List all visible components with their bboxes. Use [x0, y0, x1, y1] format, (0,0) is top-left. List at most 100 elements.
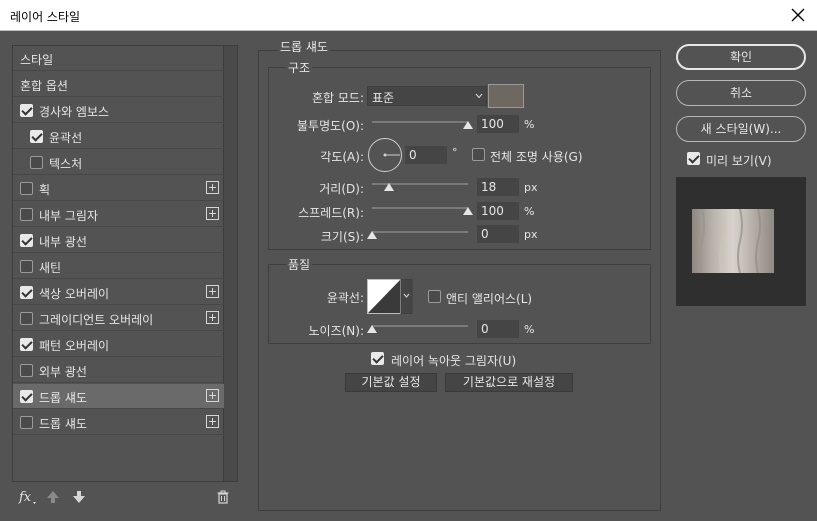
contour-label: 윤곽선: [326, 291, 364, 305]
style-item-checkbox[interactable] [20, 182, 33, 195]
style-preview [676, 177, 806, 306]
distance-label: 거리(D): [319, 182, 364, 196]
cancel-button[interactable]: 취소 [676, 80, 806, 106]
style-item[interactable]: 패턴 오버레이 [13, 332, 224, 357]
style-item-label: 스타일 [20, 53, 54, 67]
style-item-checkbox[interactable] [20, 208, 33, 221]
style-item[interactable]: 스타일 [13, 46, 224, 71]
angle-dial[interactable] [367, 137, 403, 173]
window-title: 레이어 스타일 [10, 10, 81, 24]
opacity-slider-thumb[interactable] [463, 121, 473, 129]
trash-icon[interactable] [216, 490, 230, 504]
spread-input[interactable] [477, 202, 519, 220]
angle-label: 각도(A): [320, 150, 364, 164]
add-effect-icon[interactable] [206, 415, 219, 428]
spread-slider-thumb[interactable] [463, 207, 473, 215]
spread-label: 스프레드(R): [298, 206, 364, 220]
size-input[interactable] [477, 225, 519, 243]
add-effect-icon[interactable] [206, 285, 219, 298]
preview-thumbnail [692, 209, 774, 273]
size-slider-thumb[interactable] [367, 231, 377, 239]
style-item[interactable]: 외부 광선 [13, 358, 224, 383]
style-item-label: 그레이디언트 오버레이 [39, 313, 154, 327]
svg-text:fx: fx [18, 490, 32, 505]
style-item-label: 내부 광선 [39, 235, 87, 249]
style-item-label: 경사와 엠보스 [39, 105, 110, 119]
global-light-checkbox[interactable] [472, 148, 485, 161]
preview-checkbox[interactable] [687, 152, 700, 165]
style-item-label: 드롭 섀도 [39, 417, 87, 431]
fx-icon[interactable]: fx [18, 489, 36, 505]
opacity-input[interactable] [477, 115, 519, 133]
angle-unit: ° [452, 146, 458, 159]
antialias-checkbox[interactable] [428, 290, 441, 303]
opacity-label: 불투명도(O): [296, 119, 364, 133]
style-item[interactable]: 윤곽선 [13, 124, 224, 149]
style-item-checkbox[interactable] [20, 260, 33, 273]
style-item[interactable]: 드롭 섀도 [13, 410, 224, 435]
opacity-unit: % [524, 118, 535, 131]
knockout-label: 레이어 녹아웃 그림자(U) [391, 354, 517, 368]
noise-label: 노이즈(N): [308, 324, 364, 338]
noise-slider[interactable] [372, 325, 468, 327]
style-item-label: 패턴 오버레이 [39, 339, 110, 353]
panel-title: 드롭 섀도 [278, 38, 330, 55]
close-icon[interactable] [787, 4, 809, 26]
style-item-label: 드롭 섀도 [39, 391, 87, 405]
style-item-checkbox[interactable] [20, 338, 33, 351]
distance-input[interactable] [477, 178, 519, 196]
shadow-color-swatch[interactable] [488, 84, 524, 108]
style-item-checkbox[interactable] [20, 286, 33, 299]
style-item[interactable]: 색상 오버레이 [13, 280, 224, 305]
angle-input[interactable] [405, 146, 447, 164]
style-item-checkbox[interactable] [30, 156, 43, 169]
move-down-icon[interactable] [72, 490, 86, 504]
style-item[interactable]: 내부 광선 [13, 228, 224, 253]
size-label: 크기(S): [320, 230, 364, 244]
style-item-label: 새틴 [39, 261, 62, 275]
noise-slider-thumb[interactable] [367, 325, 377, 333]
opacity-slider[interactable] [372, 121, 468, 123]
noise-input[interactable] [477, 320, 519, 338]
add-effect-icon[interactable] [206, 181, 219, 194]
style-item[interactable]: 경사와 엠보스 [13, 98, 224, 123]
spread-slider[interactable] [372, 207, 468, 209]
style-item-label: 외부 광선 [39, 365, 87, 379]
title-bar: 레이어 스타일 [0, 0, 817, 31]
style-item-checkbox[interactable] [20, 390, 33, 403]
add-effect-icon[interactable] [206, 389, 219, 402]
style-item-checkbox[interactable] [20, 234, 33, 247]
style-item[interactable]: 새틴 [13, 254, 224, 279]
style-item-checkbox[interactable] [20, 312, 33, 325]
style-item[interactable]: 그레이디언트 오버레이 [13, 306, 224, 331]
add-effect-icon[interactable] [206, 311, 219, 324]
size-slider[interactable] [372, 231, 468, 233]
style-item[interactable]: 텍스처 [13, 150, 224, 175]
contour-picker[interactable] [367, 279, 413, 314]
new-style-button[interactable]: 새 스타일(W)... [676, 116, 806, 142]
move-up-icon[interactable] [46, 490, 60, 504]
style-item-checkbox[interactable] [30, 130, 43, 143]
style-item-checkbox[interactable] [20, 104, 33, 117]
make-default-button[interactable]: 기본값 설정 [345, 373, 437, 392]
style-item[interactable]: 내부 그림자 [13, 202, 224, 227]
style-item-label: 획 [39, 183, 51, 197]
knockout-checkbox[interactable] [371, 352, 384, 365]
styles-list: 스타일혼합 옵션경사와 엠보스윤곽선 텍스처획내부 그림자내부 광선새틴색상 오버… [12, 45, 238, 482]
blend-mode-select[interactable]: 표준 [367, 86, 487, 106]
reset-default-button[interactable]: 기본값으로 재설정 [445, 373, 573, 392]
style-item[interactable]: 혼합 옵션 [13, 72, 224, 97]
global-light-label: 전체 조명 사용(G) [490, 150, 583, 164]
style-item-checkbox[interactable] [20, 416, 33, 429]
style-item-label: 내부 그림자 [39, 209, 99, 223]
add-effect-icon[interactable] [206, 207, 219, 220]
style-item[interactable]: 드롭 섀도 [13, 384, 224, 409]
structure-title: 구조 [286, 59, 313, 76]
distance-slider-thumb[interactable] [384, 183, 395, 191]
blend-mode-label: 혼합 모드: [311, 91, 364, 105]
style-item-checkbox[interactable] [20, 364, 33, 377]
styles-toolbar: fx [12, 487, 238, 509]
styles-scrollbar[interactable] [223, 46, 237, 481]
ok-button[interactable]: 확인 [676, 44, 806, 70]
style-item[interactable]: 획 [13, 176, 224, 201]
